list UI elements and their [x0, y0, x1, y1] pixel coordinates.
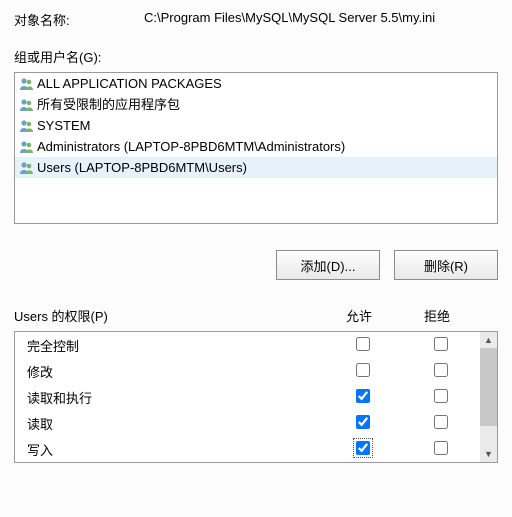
permission-name: 完全控制	[27, 336, 324, 355]
object-name-row: 对象名称: C:\Program Files\MySQL\MySQL Serve…	[14, 10, 498, 29]
user-group-icon	[19, 160, 35, 176]
scroll-up-icon[interactable]: ▲	[480, 332, 497, 348]
permission-name: 读取	[27, 414, 324, 433]
user-group-icon	[19, 97, 35, 113]
groups-list[interactable]: ALL APPLICATION PACKAGES 所有受限制的应用程序包 SYSTE…	[14, 72, 498, 224]
permission-row: 完全控制	[15, 332, 480, 358]
list-item[interactable]: Users (LAPTOP-8PBD6MTM\Users)	[15, 157, 497, 178]
remove-button[interactable]: 删除(R)	[394, 250, 498, 280]
permission-row: 读取	[15, 410, 480, 436]
scroll-down-icon[interactable]: ▼	[480, 446, 497, 462]
user-group-icon	[19, 76, 35, 92]
permission-row: 修改	[15, 358, 480, 384]
deny-checkbox[interactable]	[434, 389, 448, 403]
list-item-label: 所有受限制的应用程序包	[37, 96, 180, 114]
permission-row: 读取和执行	[15, 384, 480, 410]
allow-checkbox[interactable]	[356, 337, 370, 351]
deny-checkbox[interactable]	[434, 363, 448, 377]
deny-checkbox[interactable]	[434, 415, 448, 429]
list-item[interactable]: Administrators (LAPTOP-8PBD6MTM\Administ…	[15, 136, 497, 157]
button-row: 添加(D)... 删除(R)	[14, 250, 498, 280]
list-item-label: Administrators (LAPTOP-8PBD6MTM\Administ…	[37, 138, 345, 156]
permission-name: 修改	[27, 362, 324, 381]
deny-checkbox[interactable]	[434, 337, 448, 351]
list-item-label: Users (LAPTOP-8PBD6MTM\Users)	[37, 159, 247, 177]
object-name-label: 对象名称:	[14, 10, 144, 29]
allow-checkbox[interactable]	[356, 441, 370, 455]
user-group-icon	[19, 118, 35, 134]
list-item-label: ALL APPLICATION PACKAGES	[37, 75, 222, 93]
permission-name: 读取和执行	[27, 388, 324, 407]
object-name-value: C:\Program Files\MySQL\MySQL Server 5.5\…	[144, 10, 498, 29]
groups-label: 组或用户名(G):	[14, 47, 498, 66]
list-item[interactable]: 所有受限制的应用程序包	[15, 94, 497, 115]
list-item-label: SYSTEM	[37, 117, 90, 135]
user-group-icon	[19, 139, 35, 155]
add-button[interactable]: 添加(D)...	[276, 250, 380, 280]
deny-checkbox[interactable]	[434, 441, 448, 455]
permissions-label: Users 的权限(P)	[14, 306, 320, 325]
deny-column-header: 拒绝	[398, 306, 476, 325]
permissions-list: 完全控制修改读取和执行读取写入 ▲ ▼	[14, 331, 498, 463]
list-item[interactable]: SYSTEM	[15, 115, 497, 136]
allow-column-header: 允许	[320, 306, 398, 325]
allow-checkbox[interactable]	[356, 415, 370, 429]
permission-name: 写入	[27, 440, 324, 459]
scroll-thumb[interactable]	[480, 348, 497, 426]
permissions-header: Users 的权限(P) 允许 拒绝	[14, 306, 498, 325]
scrollbar[interactable]: ▲ ▼	[480, 332, 497, 462]
list-item[interactable]: ALL APPLICATION PACKAGES	[15, 73, 497, 94]
permission-row: 写入	[15, 436, 480, 462]
allow-checkbox[interactable]	[356, 389, 370, 403]
allow-checkbox[interactable]	[356, 363, 370, 377]
